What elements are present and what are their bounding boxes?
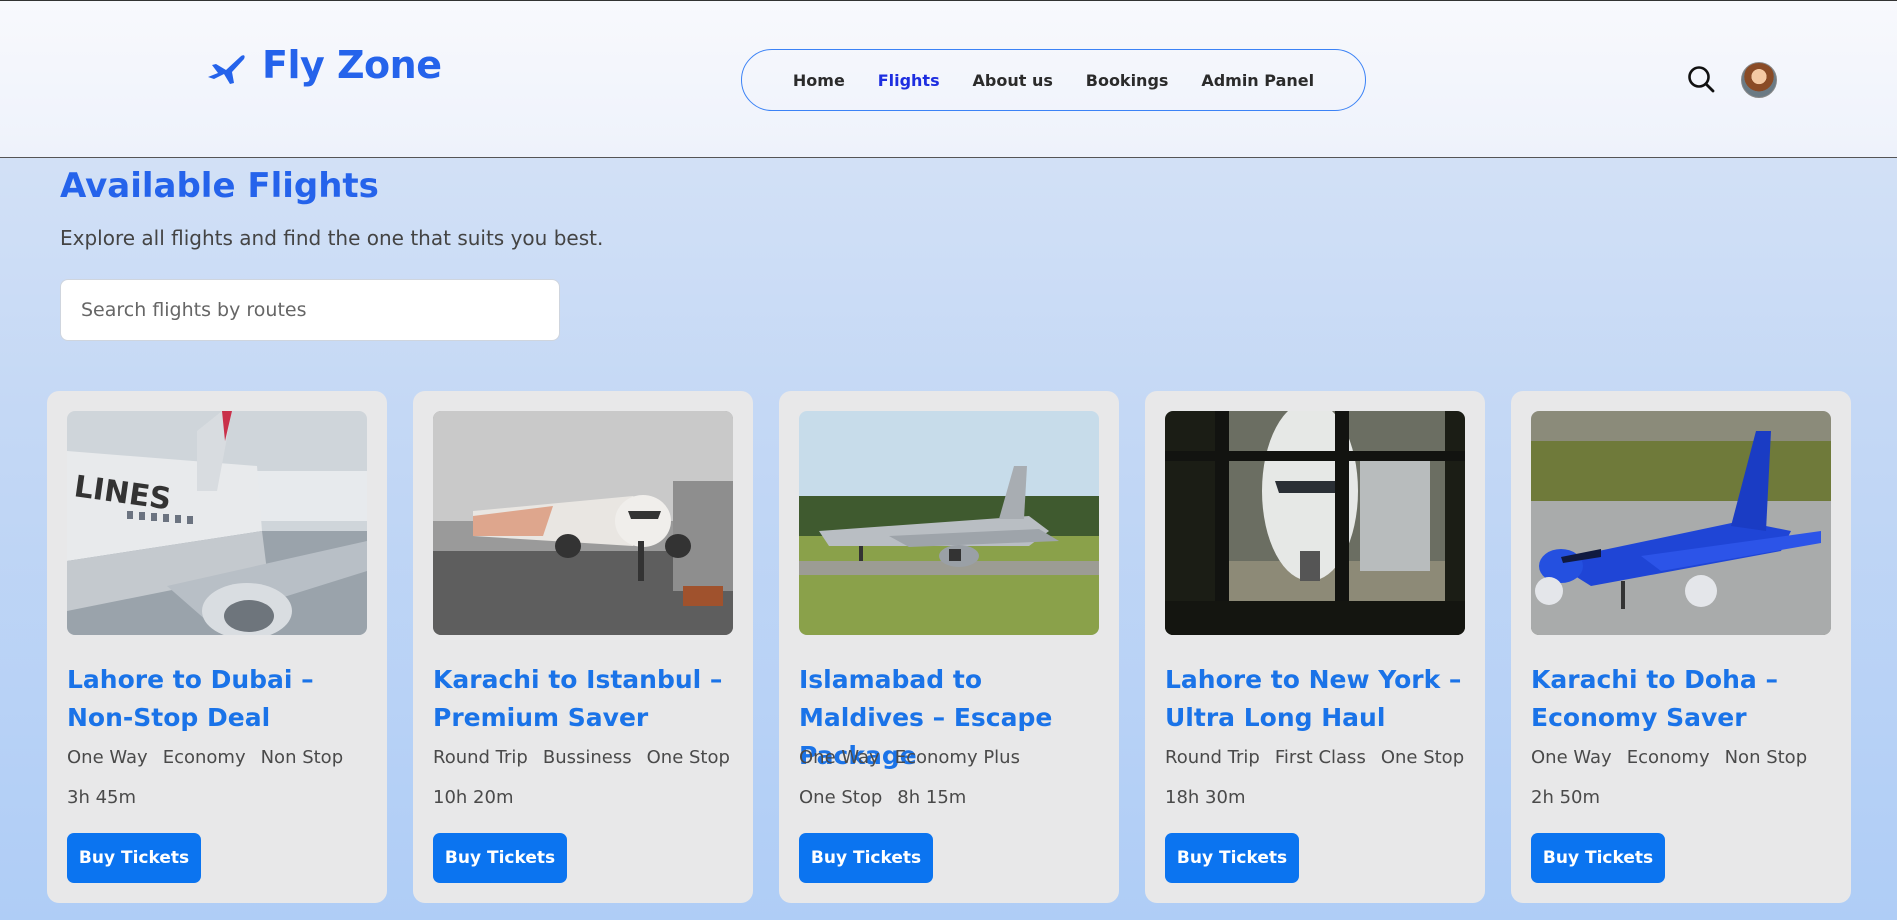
page-subtitle: Explore all flights and find the one tha… (60, 226, 604, 250)
plane-icon (208, 55, 245, 84)
flight-tags: Round Trip First Class One Stop 18h 30m (1165, 745, 1465, 811)
cabin-class: Economy Plus (894, 747, 1020, 768)
cabin-class: Economy (1626, 747, 1710, 768)
buy-tickets-button[interactable]: Buy Tickets (67, 833, 201, 883)
trip-type: Round Trip (433, 747, 528, 768)
stops: Non Stop (260, 747, 344, 768)
flight-tags: One Way Economy Non Stop 3h 45m (67, 745, 367, 811)
duration: 18h 30m (1165, 787, 1246, 808)
flight-image (1531, 411, 1831, 635)
flight-cards: LINES Lahore to Dubai – Non-Stop Deal On… (47, 391, 1851, 903)
duration: 3h 45m (67, 787, 137, 808)
search-icon[interactable] (1687, 65, 1715, 93)
nav-home[interactable]: Home (793, 71, 845, 90)
user-avatar[interactable] (1741, 62, 1777, 98)
cabin-class: Economy (162, 747, 246, 768)
site-header: Fly Zone Home Flights About us Bookings … (0, 0, 1897, 158)
nav-admin-panel[interactable]: Admin Panel (1201, 71, 1314, 90)
cabin-class: First Class (1274, 747, 1366, 768)
brand-name: Fly Zone (262, 43, 442, 87)
page-title: Available Flights (60, 166, 379, 206)
flight-title: Lahore to Dubai – Non-Stop Deal (67, 665, 314, 732)
flight-image (1165, 411, 1465, 635)
flight-title: Islamabad to Maldives – Escape Package (799, 665, 1053, 770)
cabin-class: Bussiness (542, 747, 632, 768)
flight-tags: One Way Economy Non Stop 2h 50m (1531, 745, 1831, 811)
duration: 8h 15m (897, 787, 967, 808)
buy-tickets-button[interactable]: Buy Tickets (433, 833, 567, 883)
stops: One Stop (646, 747, 730, 768)
stops: Non Stop (1724, 747, 1808, 768)
nav-flights[interactable]: Flights (878, 71, 940, 90)
main-nav: Home Flights About us Bookings Admin Pan… (741, 49, 1366, 111)
flight-tags: Round Trip Bussiness One Stop 10h 20m (433, 745, 733, 811)
flight-title: Karachi to Istanbul – Premium Saver (433, 665, 723, 732)
flight-image: LINES (67, 411, 367, 635)
nav-about-us[interactable]: About us (973, 71, 1053, 90)
flight-title: Lahore to New York – Ultra Long Haul (1165, 665, 1462, 732)
trip-type: One Way (1531, 747, 1612, 768)
trip-type: One Way (799, 747, 880, 768)
nav-bookings[interactable]: Bookings (1086, 71, 1169, 90)
flight-image (799, 411, 1099, 635)
flight-card: Lahore to New York – Ultra Long Haul Rou… (1145, 391, 1485, 903)
flight-image (433, 411, 733, 635)
flight-title: Karachi to Doha – Economy Saver (1531, 665, 1778, 732)
duration: 10h 20m (433, 787, 514, 808)
flight-card: Karachi to Doha – Economy Saver One Way … (1511, 391, 1851, 903)
duration: 2h 50m (1531, 787, 1601, 808)
buy-tickets-button[interactable]: Buy Tickets (1531, 833, 1665, 883)
trip-type: Round Trip (1165, 747, 1260, 768)
buy-tickets-button[interactable]: Buy Tickets (799, 833, 933, 883)
flight-card: LINES Lahore to Dubai – Non-Stop Deal On… (47, 391, 387, 903)
buy-tickets-button[interactable]: Buy Tickets (1165, 833, 1299, 883)
flight-card: Karachi to Istanbul – Premium Saver Roun… (413, 391, 753, 903)
search-input[interactable] (60, 279, 560, 341)
trip-type: One Way (67, 747, 148, 768)
flight-card: Islamabad to Maldives – Escape Package O… (779, 391, 1119, 903)
stops: One Stop (1380, 747, 1465, 768)
flight-tags: One Way Economy Plus One Stop 8h 15m (799, 745, 1099, 811)
stops: One Stop (799, 787, 883, 808)
brand-logo[interactable]: Fly Zone (204, 43, 442, 87)
